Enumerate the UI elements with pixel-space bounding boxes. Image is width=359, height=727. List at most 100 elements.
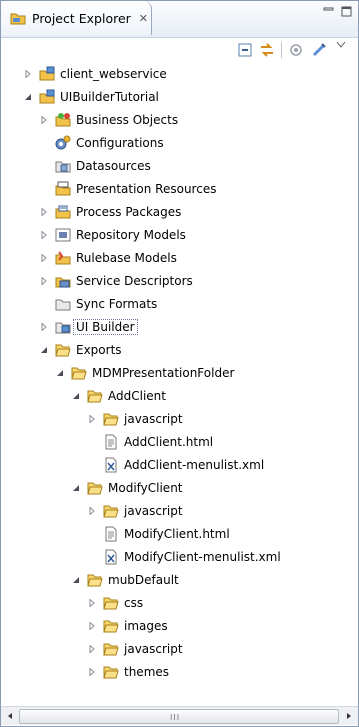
tree-item[interactable]: Exports	[39, 339, 122, 361]
tree-item-label: Repository Models	[76, 228, 186, 242]
tree-item[interactable]: ModifyClient	[71, 477, 183, 499]
expand-arrow-icon[interactable]	[39, 115, 49, 125]
expand-arrow-icon[interactable]	[39, 207, 49, 217]
tree-item[interactable]: AddClient.html	[87, 431, 213, 453]
sync-icon[interactable]	[311, 42, 327, 58]
tree-item[interactable]: Process Packages	[39, 201, 181, 223]
tree-item[interactable]: Rulebase Models	[39, 247, 177, 269]
tab-project-explorer[interactable]: Project Explorer ✕	[1, 1, 152, 35]
tree-item-label: mubDefault	[108, 573, 179, 587]
tree-item[interactable]: images	[87, 615, 168, 637]
tree-item-label: AddClient-menulist.xml	[124, 458, 265, 472]
folder-icon	[103, 664, 119, 680]
horizontal-scrollbar[interactable]: III	[1, 706, 358, 725]
tree-item[interactable]: AddClient-menulist.xml	[87, 454, 264, 476]
collapse-arrow-icon[interactable]	[71, 575, 81, 585]
collapse-arrow-icon[interactable]	[71, 391, 81, 401]
expand-arrow-icon[interactable]	[87, 506, 97, 516]
minimize-icon[interactable]	[323, 6, 335, 19]
project-explorer-view: Project Explorer ✕ client_webservice UIB…	[0, 0, 359, 727]
expand-arrow-icon[interactable]	[23, 69, 33, 79]
expand-arrow-icon[interactable]	[39, 230, 49, 240]
tree-item-label: javascript	[124, 642, 183, 656]
maximize-icon[interactable]	[341, 6, 353, 21]
tree-item-label: Presentation Resources	[76, 182, 217, 196]
tree-item-label: css	[124, 596, 144, 610]
expand-arrow-icon[interactable]	[39, 253, 49, 263]
expand-arrow-icon[interactable]	[87, 414, 97, 424]
close-icon[interactable]: ✕	[139, 12, 148, 25]
collapse-all-icon[interactable]	[237, 42, 253, 58]
datasources-icon	[55, 158, 71, 174]
collapse-arrow-icon[interactable]	[71, 483, 81, 493]
tree-item-label: ModifyClient-menulist.xml	[124, 550, 281, 564]
tree-item[interactable]: MDMPresentationFolder	[55, 362, 234, 384]
configurations-icon	[55, 135, 71, 151]
scroll-right-arrow-icon[interactable]	[340, 707, 358, 725]
project-tree[interactable]: client_webservice UIBuilderTutorial Busine…	[1, 63, 358, 705]
tree-item[interactable]: themes	[87, 661, 169, 683]
collapse-arrow-icon[interactable]	[23, 92, 33, 102]
tree-item[interactable]: css	[87, 592, 143, 614]
folder-open-icon	[55, 342, 71, 358]
scrollbar-grip: III	[170, 713, 181, 722]
tree-item[interactable]: javascript	[87, 408, 183, 430]
scrollbar-thumb[interactable]: III	[19, 709, 339, 724]
tree-item[interactable]: Service Descriptors	[39, 270, 193, 292]
tab-label: Project Explorer	[32, 10, 131, 26]
tree-item-label: ModifyClient.html	[124, 527, 230, 541]
tree-item[interactable]: Business Objects	[39, 109, 178, 131]
toolbar-separator	[281, 42, 282, 58]
folder-icon	[103, 411, 119, 427]
collapse-arrow-icon[interactable]	[39, 345, 49, 355]
tree-item[interactable]: ModifyClient-menulist.xml	[87, 546, 281, 568]
tree-item[interactable]: AddClient	[71, 385, 166, 407]
tree-item[interactable]: UI Builder	[39, 316, 138, 338]
scroll-left-arrow-icon[interactable]	[1, 707, 19, 725]
tree-item-label: Datasources	[76, 159, 151, 173]
tree-item-label: Business Objects	[76, 113, 179, 127]
tree-item[interactable]: mubDefault	[71, 569, 179, 591]
tree-item[interactable]: javascript	[87, 638, 183, 660]
process-packages-icon	[55, 204, 71, 220]
tree-item[interactable]: client_webservice	[23, 63, 167, 85]
expand-arrow-icon[interactable]	[87, 644, 97, 654]
folder-open-icon	[87, 480, 103, 496]
tree-item[interactable]: javascript	[87, 500, 183, 522]
tree-item-label: Service Descriptors	[76, 274, 193, 288]
view-menu-icon[interactable]	[335, 39, 351, 55]
project-icon	[39, 66, 55, 82]
xml-file-icon	[103, 457, 119, 473]
tree-item[interactable]: Configurations	[39, 132, 164, 154]
tree-item[interactable]: Sync Formats	[39, 293, 157, 315]
folder-open-icon	[87, 388, 103, 404]
collapse-arrow-icon[interactable]	[55, 368, 65, 378]
expand-arrow-icon[interactable]	[39, 276, 49, 286]
filter-icon[interactable]	[289, 42, 305, 58]
expand-arrow-icon[interactable]	[87, 621, 97, 631]
tree-item[interactable]: ModifyClient.html	[87, 523, 230, 545]
expand-arrow-icon[interactable]	[87, 667, 97, 677]
link-with-editor-icon[interactable]	[259, 42, 275, 58]
tree-item[interactable]: Presentation Resources	[39, 178, 216, 200]
business-objects-icon	[55, 112, 71, 128]
tree-item-label: Configurations	[76, 136, 164, 150]
presentation-resources-icon	[55, 181, 71, 197]
view-toolbar	[1, 37, 358, 62]
tree-item-label: themes	[124, 665, 170, 679]
folder-icon	[103, 503, 119, 519]
folder-open-icon	[87, 572, 103, 588]
tree-item[interactable]: Repository Models	[39, 224, 186, 246]
html-file-icon	[103, 526, 119, 542]
expand-arrow-icon[interactable]	[87, 598, 97, 608]
expand-arrow-icon[interactable]	[39, 322, 49, 332]
tree-item-label: MDMPresentationFolder	[92, 366, 235, 380]
tree-item[interactable]: UIBuilderTutorial	[23, 86, 159, 108]
folder-icon	[103, 641, 119, 657]
tree-item[interactable]: Datasources	[39, 155, 151, 177]
tree-item-label: Process Packages	[76, 205, 182, 219]
